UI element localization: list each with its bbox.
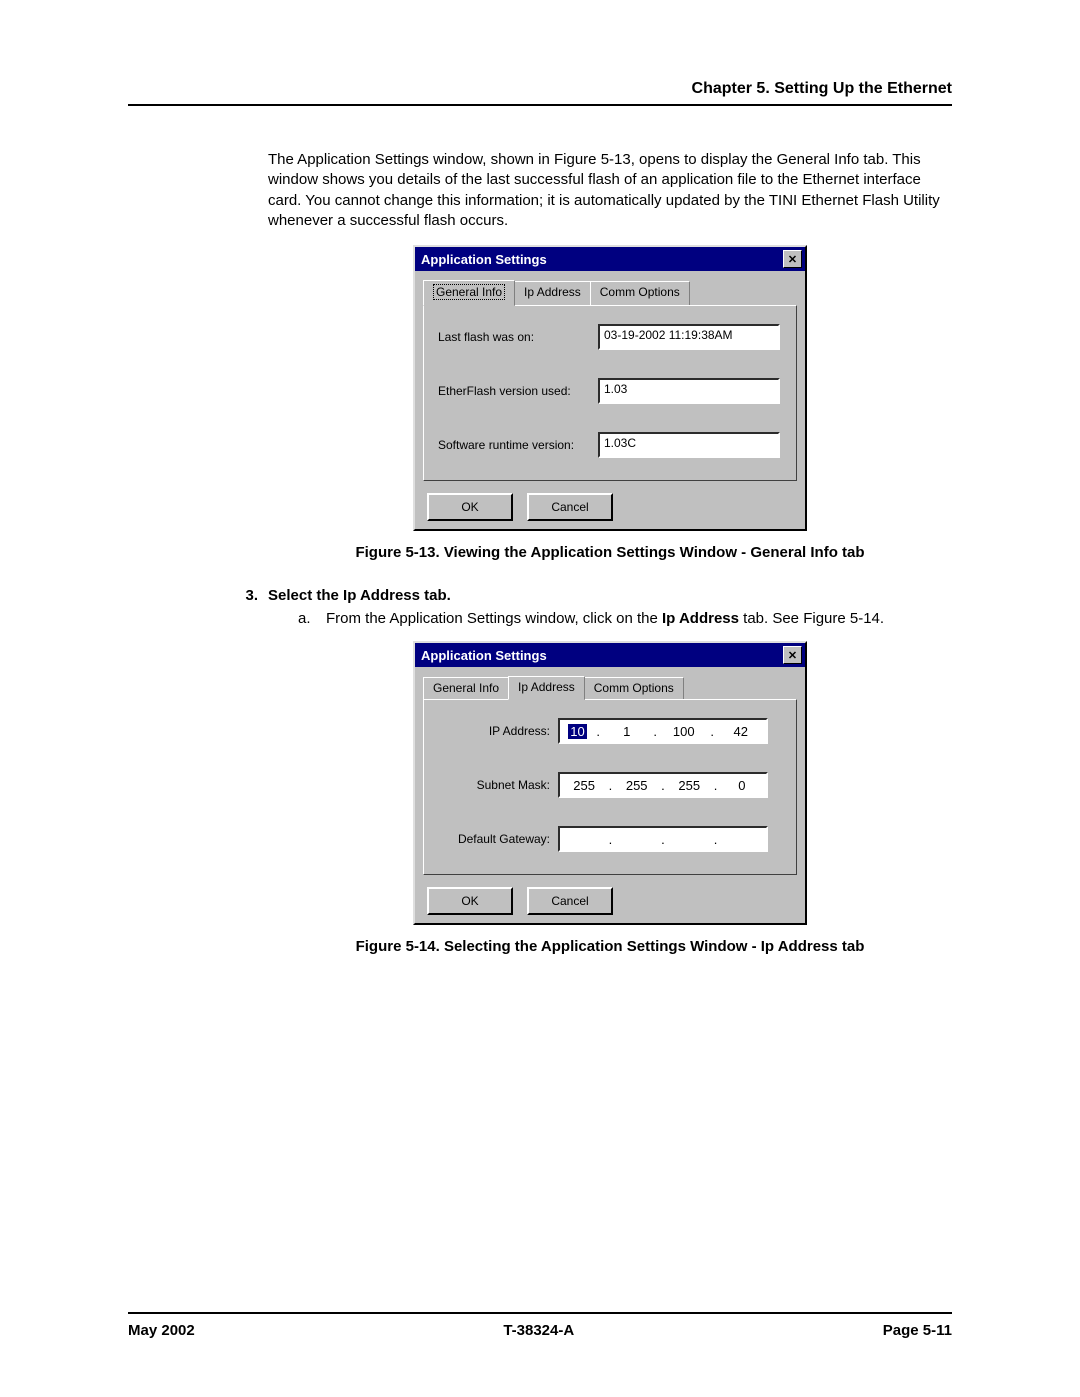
label-subnet-mask: Subnet Mask: <box>438 778 558 792</box>
tab-ip-address[interactable]: Ip Address <box>508 676 585 700</box>
ip-octet-3[interactable]: 100 <box>667 724 701 739</box>
ok-button[interactable]: OK <box>427 887 513 915</box>
footer-date: May 2002 <box>128 1322 195 1339</box>
label-last-flash: Last flash was on: <box>438 330 598 344</box>
mask-octet-1[interactable]: 255 <box>567 778 601 793</box>
chapter-header: Chapter 5. Setting Up the Ethernet <box>128 80 952 98</box>
figure-5-13-caption: Figure 5-13. Viewing the Application Set… <box>268 543 952 563</box>
titlebar[interactable]: Application Settings ✕ <box>415 643 805 667</box>
default-gateway-input[interactable]: . . . <box>558 826 768 852</box>
tab-comm-options[interactable]: Comm Options <box>584 677 684 699</box>
substep-letter-a: a. <box>298 610 314 627</box>
figure-5-14-caption: Figure 5-14. Selecting the Application S… <box>268 937 952 957</box>
header-rule <box>128 104 952 106</box>
dialog-title: Application Settings <box>421 648 547 663</box>
substep-text-a: From the Application Settings window, cl… <box>326 610 884 627</box>
ip-octet-1[interactable]: 10 <box>568 724 586 739</box>
step-title-3: Select the Ip Address tab. <box>268 587 451 604</box>
footer-pagenum: Page 5-11 <box>883 1322 952 1339</box>
page-footer: May 2002 T-38324-A Page 5-11 <box>128 1312 952 1339</box>
mask-octet-2[interactable]: 255 <box>620 778 654 793</box>
field-runtime-version: 1.03C <box>598 432 780 458</box>
intro-paragraph: The Application Settings window, shown i… <box>268 150 952 231</box>
tab-ip-address[interactable]: Ip Address <box>514 281 591 305</box>
tab-panel-general: Last flash was on: 03-19-2002 11:19:38AM… <box>423 305 797 481</box>
field-etherflash-version: 1.03 <box>598 378 780 404</box>
step-number-3: 3. <box>128 587 258 604</box>
tab-label: Ip Address <box>518 680 575 694</box>
tab-general-info[interactable]: General Info <box>423 280 515 306</box>
titlebar[interactable]: Application Settings ✕ <box>415 247 805 271</box>
subnet-mask-input[interactable]: 255 . 255 . 255 . 0 <box>558 772 768 798</box>
tab-label: General Info <box>433 284 505 300</box>
ip-octet-2[interactable]: 1 <box>610 724 644 739</box>
footer-docnum: T-38324-A <box>503 1322 574 1339</box>
label-runtime-version: Software runtime version: <box>438 438 598 452</box>
tab-general-info[interactable]: General Info <box>423 677 509 699</box>
ip-address-input[interactable]: 10 . 1 . 100 . 42 <box>558 718 768 744</box>
cancel-button[interactable]: Cancel <box>527 887 613 915</box>
close-icon[interactable]: ✕ <box>783 646 802 664</box>
tab-comm-options[interactable]: Comm Options <box>590 281 690 305</box>
dialog-title: Application Settings <box>421 252 547 267</box>
app-settings-dialog-general: Application Settings ✕ General Info Ip A… <box>413 245 807 531</box>
cancel-button[interactable]: Cancel <box>527 493 613 521</box>
ok-button[interactable]: OK <box>427 493 513 521</box>
label-ip-address: IP Address: <box>438 724 558 738</box>
tab-panel-ip: IP Address: 10 . 1 . 100 . 42 <box>423 699 797 875</box>
app-settings-dialog-ip: Application Settings ✕ General Info Ip A… <box>413 641 807 925</box>
close-icon[interactable]: ✕ <box>783 250 802 268</box>
field-last-flash: 03-19-2002 11:19:38AM <box>598 324 780 350</box>
label-etherflash-version: EtherFlash version used: <box>438 384 598 398</box>
mask-octet-3[interactable]: 255 <box>672 778 706 793</box>
ip-octet-4[interactable]: 42 <box>724 724 758 739</box>
mask-octet-4[interactable]: 0 <box>725 778 759 793</box>
label-default-gateway: Default Gateway: <box>438 832 558 846</box>
